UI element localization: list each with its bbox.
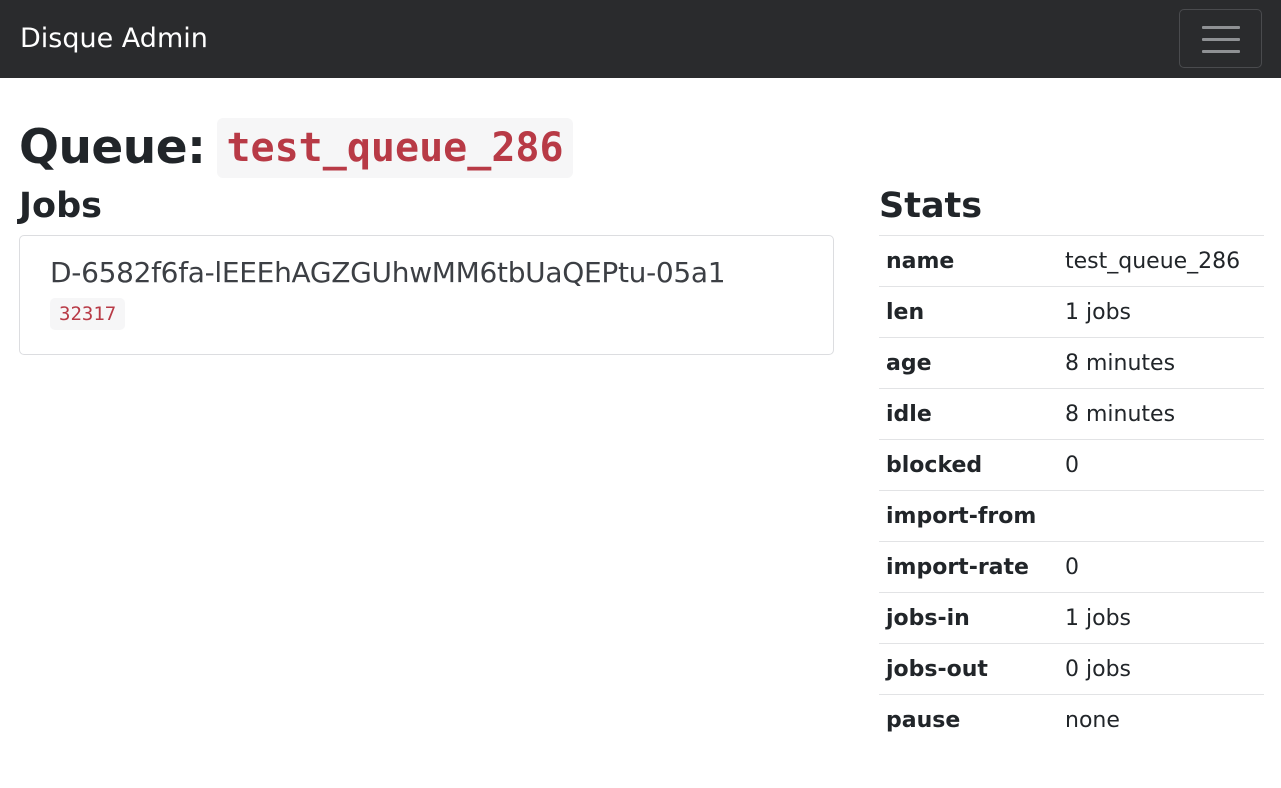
brand-link[interactable]: Disque Admin <box>20 20 208 58</box>
stats-row-import-rate: import-rate 0 <box>879 541 1264 592</box>
stats-value: 1 jobs <box>1065 300 1131 325</box>
stats-value: 0 <box>1065 555 1079 580</box>
stats-key: name <box>886 249 955 274</box>
stats-value: 0 <box>1065 453 1079 478</box>
stats-row-jobs-in: jobs-in 1 jobs <box>879 592 1264 643</box>
stats-value: 8 minutes <box>1065 351 1176 376</box>
stats-value: 0 jobs <box>1065 657 1131 682</box>
stats-row-blocked: blocked 0 <box>879 439 1264 490</box>
navbar-toggle-button[interactable] <box>1179 9 1262 68</box>
stats-value: 1 jobs <box>1065 606 1131 631</box>
stats-row-jobs-out: jobs-out 0 jobs <box>879 643 1264 694</box>
stats-key: pause <box>886 708 961 733</box>
job-id-link[interactable]: D-6582f6fa-lEEEhAGZGUhwMM6tbUaQEPtu-05a1 <box>50 254 726 292</box>
page-title: Queue: test_queue_286 <box>19 118 573 178</box>
job-badge: 32317 <box>50 298 126 330</box>
stats-row-import-from: import-from <box>879 490 1264 541</box>
stats-row-idle: idle 8 minutes <box>879 388 1264 439</box>
stats-key: import-from <box>886 504 1037 529</box>
stats-row-name: name test_queue_286 <box>879 235 1264 286</box>
stats-value: test_queue_286 <box>1065 249 1241 274</box>
stats-row-pause: pause none <box>879 694 1264 745</box>
stats-value: none <box>1065 708 1120 733</box>
stats-table: name test_queue_286 len 1 jobs age 8 min… <box>879 235 1264 745</box>
page-title-label: Queue: <box>19 120 206 175</box>
stats-heading: Stats <box>879 186 983 226</box>
jobs-heading: Jobs <box>19 186 102 226</box>
stats-key: import-rate <box>886 555 1029 580</box>
stats-value: 8 minutes <box>1065 402 1176 427</box>
stats-key: len <box>886 300 925 325</box>
stats-row-age: age 8 minutes <box>879 337 1264 388</box>
queue-name-code: test_queue_286 <box>217 118 573 178</box>
stats-key: blocked <box>886 453 983 478</box>
job-card[interactable]: D-6582f6fa-lEEEhAGZGUhwMM6tbUaQEPtu-05a1… <box>19 235 834 355</box>
navbar: Disque Admin <box>0 0 1281 78</box>
stats-row-len: len 1 jobs <box>879 286 1264 337</box>
stats-key: jobs-in <box>886 606 970 631</box>
stats-key: jobs-out <box>886 657 988 682</box>
stats-key: idle <box>886 402 932 427</box>
stats-key: age <box>886 351 932 376</box>
